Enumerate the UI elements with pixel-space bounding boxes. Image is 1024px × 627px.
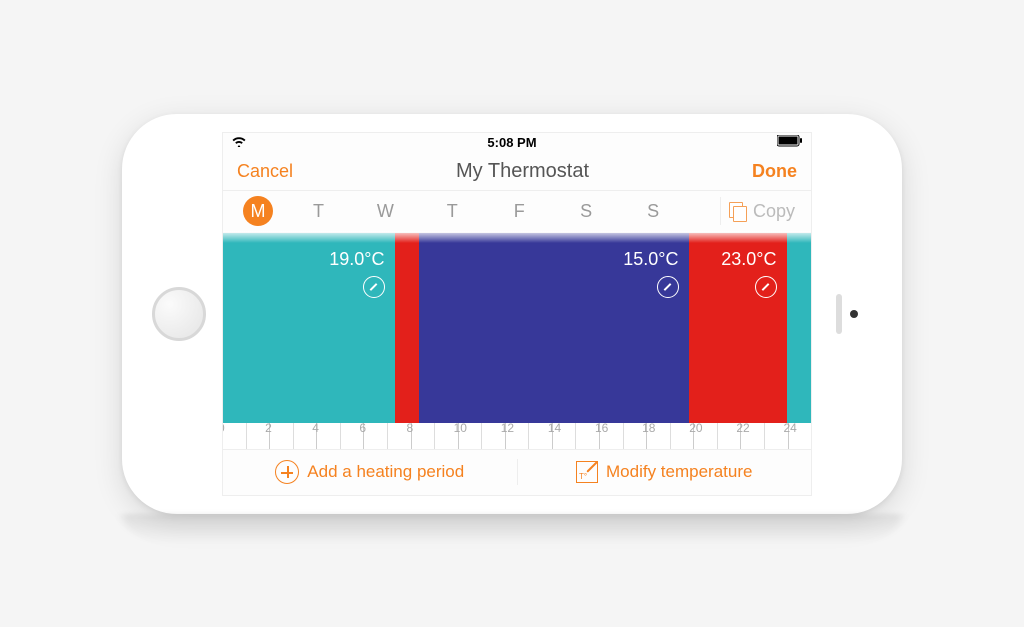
period-temp-0: 19.0°C: [329, 249, 384, 298]
page-title: My Thermostat: [456, 160, 589, 183]
day-tab-4[interactable]: F: [486, 201, 553, 222]
ruler-tick-12: [505, 423, 529, 449]
modify-label: Modify temperature: [606, 462, 752, 482]
day-tab-5[interactable]: S: [553, 201, 620, 222]
ruler-tick-6: [363, 423, 387, 449]
reflection: [122, 514, 902, 544]
copy-label: Copy: [753, 201, 795, 222]
status-bar: 5:08 PM: [223, 133, 811, 153]
front-camera: [850, 310, 858, 318]
ruler-tick-0: [223, 423, 246, 449]
bottom-toolbar: Add a heating period Modify temperature: [223, 449, 811, 495]
edit-icon[interactable]: [755, 276, 777, 298]
cancel-button[interactable]: Cancel: [237, 161, 293, 182]
battery-icon: [777, 135, 803, 150]
done-button[interactable]: Done: [752, 161, 797, 182]
schedule-timeline[interactable]: 19.0°C 15.0°C 23.0°C: [223, 233, 811, 449]
screen: 5:08 PM Cancel My Thermostat Done MTWTFS…: [222, 132, 812, 496]
period-block-0[interactable]: 19.0°C: [223, 233, 395, 423]
day-tab-0[interactable]: M: [243, 196, 273, 226]
day-selector: MTWTFSSCopy: [223, 191, 811, 233]
modify-temperature-button[interactable]: Modify temperature: [518, 461, 812, 483]
copy-icon: [729, 202, 747, 220]
ruler-tick-8: [411, 423, 435, 449]
period-block-1[interactable]: [395, 233, 420, 423]
ruler-tick-20: [693, 423, 717, 449]
home-button[interactable]: [152, 287, 206, 341]
day-tab-6[interactable]: S: [620, 201, 687, 222]
copy-button[interactable]: Copy: [720, 197, 803, 225]
period-temp-2: 15.0°C: [623, 249, 678, 298]
wifi-icon: [231, 135, 247, 150]
period-block-2[interactable]: 15.0°C: [419, 233, 689, 423]
period-temp-3: 23.0°C: [721, 249, 776, 298]
ruler-tick-18: [646, 423, 670, 449]
phone-frame: 5:08 PM Cancel My Thermostat Done MTWTFS…: [122, 114, 902, 514]
period-block-4[interactable]: [787, 233, 812, 423]
ruler-tick-14: [552, 423, 576, 449]
ruler-tick-10: [458, 423, 482, 449]
ruler-tick-2: [269, 423, 293, 449]
ruler-tick-4: [316, 423, 340, 449]
ruler-tick-22: [740, 423, 764, 449]
status-time: 5:08 PM: [487, 135, 536, 150]
plus-icon: [275, 460, 299, 484]
ruler-tick-24: [788, 423, 812, 449]
day-tab-1[interactable]: T: [285, 201, 352, 222]
time-ruler: [223, 423, 811, 449]
edit-icon[interactable]: [657, 276, 679, 298]
period-block-3[interactable]: 23.0°C: [689, 233, 787, 423]
add-heating-period-button[interactable]: Add a heating period: [223, 460, 517, 484]
ruler-tick-16: [599, 423, 623, 449]
edit-icon[interactable]: [363, 276, 385, 298]
modify-icon: [576, 461, 598, 483]
day-tab-3[interactable]: T: [419, 201, 486, 222]
nav-bar: Cancel My Thermostat Done: [223, 153, 811, 191]
add-label: Add a heating period: [307, 462, 464, 482]
speaker-grille: [836, 294, 842, 334]
day-tab-2[interactable]: W: [352, 201, 419, 222]
